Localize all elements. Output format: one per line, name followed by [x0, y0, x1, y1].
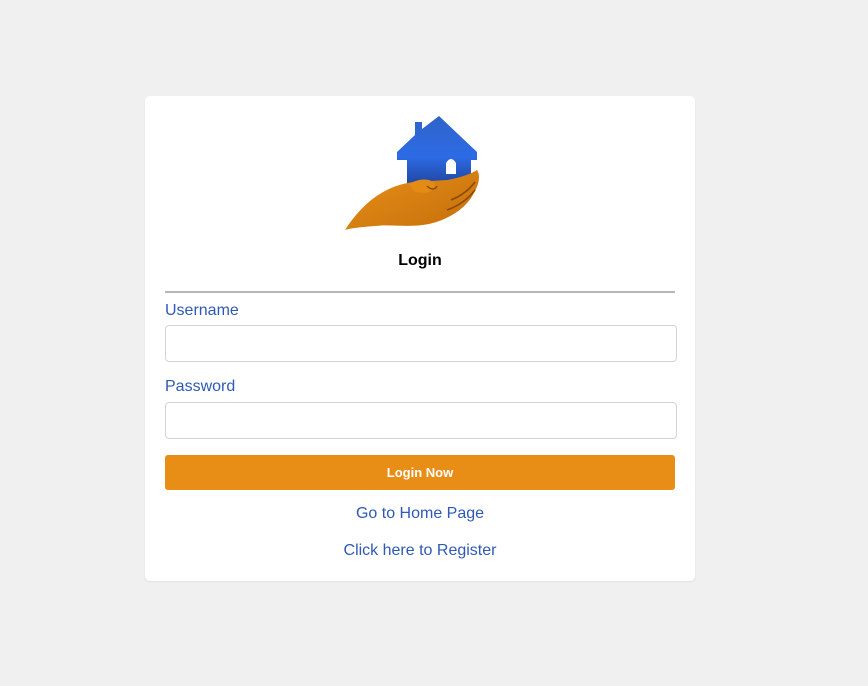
username-input[interactable]	[165, 325, 677, 362]
password-label: Password	[165, 378, 236, 395]
register-link[interactable]: Click here to Register	[145, 542, 695, 560]
divider	[165, 291, 675, 293]
login-now-button[interactable]: Login Now	[165, 455, 675, 490]
house-in-hand-logo	[343, 116, 483, 232]
login-card: Login Username Password Login Now Go to …	[145, 96, 695, 581]
password-input[interactable]	[165, 402, 677, 439]
username-label: Username	[165, 302, 239, 319]
login-title: Login	[398, 252, 442, 269]
home-page-link[interactable]: Go to Home Page	[145, 505, 695, 523]
